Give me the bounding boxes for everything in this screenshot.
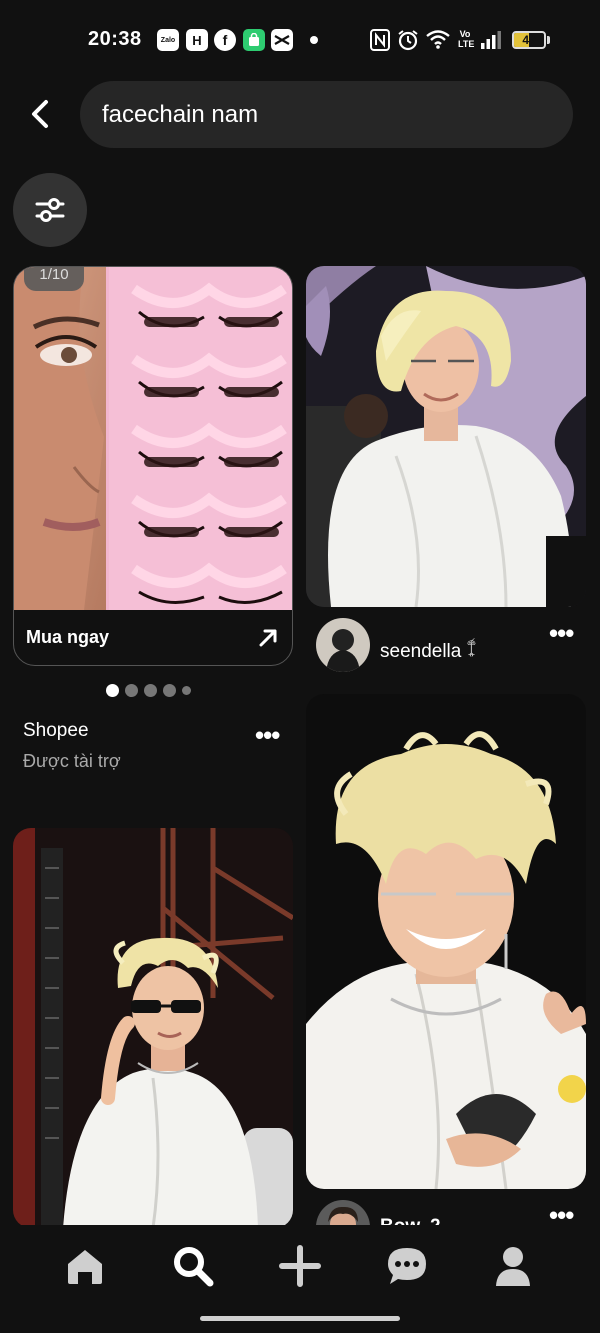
h-app-icon: H (186, 29, 208, 51)
filter-button[interactable] (13, 173, 87, 247)
pin-more-options-button[interactable]: ••• (549, 1202, 574, 1228)
facebook-icon: f (214, 29, 236, 51)
battery-icon: 49 (512, 31, 546, 49)
filter-sliders-icon (35, 198, 65, 222)
carousel-dot[interactable] (125, 683, 138, 697)
home-indicator (200, 1316, 400, 1321)
ad-pin[interactable]: 1/10 Mua ngay (13, 266, 293, 666)
shop-now-button[interactable]: Mua ngay (14, 610, 291, 665)
carousel-page-counter: 1/10 (24, 267, 84, 291)
carousel-dot[interactable] (182, 685, 191, 695)
ad-more-options-button[interactable]: ••• (255, 722, 280, 748)
back-arrow-icon (32, 100, 48, 128)
carousel-dot[interactable] (144, 683, 157, 697)
profile-icon (496, 1247, 530, 1286)
creator-name[interactable]: seendella 𓍎 (380, 633, 476, 664)
pin-image[interactable] (13, 828, 293, 1228)
sponsored-label: Được tài trợ (23, 751, 121, 771)
shop-now-label: Mua ngay (26, 627, 110, 647)
carousel-dot[interactable] (163, 683, 176, 697)
status-bar: 20:38 Zalo H f Vo LTE 49 (0, 0, 600, 80)
carousel-dots (106, 683, 191, 697)
nav-profile[interactable] (483, 1240, 543, 1292)
capcut-icon (271, 29, 293, 51)
nav-messages[interactable] (377, 1240, 437, 1292)
wifi-icon (426, 29, 450, 52)
advertiser-name[interactable]: Shopee (23, 720, 89, 742)
search-query: facechain nam (102, 100, 259, 128)
carousel-dot[interactable] (106, 683, 119, 697)
battery-tip (547, 36, 550, 44)
nav-home[interactable] (55, 1240, 115, 1292)
home-icon (68, 1250, 102, 1284)
chat-bubble-icon (388, 1248, 426, 1284)
eyelash-product-image[interactable] (14, 267, 292, 610)
nfc-icon (370, 29, 390, 54)
nav-search[interactable] (163, 1240, 223, 1292)
signal-icon (480, 31, 502, 52)
battery-level: 49 (522, 33, 536, 47)
more-notifications-dot (310, 36, 318, 44)
clock: 20:38 (88, 28, 142, 50)
avatar[interactable] (316, 618, 370, 672)
zalo-icon: Zalo (157, 29, 179, 51)
pin-more-options-button[interactable]: ••• (549, 620, 574, 646)
volte-label: Vo LTE (458, 29, 475, 49)
plus-icon (279, 1245, 321, 1287)
shopping-bag-icon (243, 29, 265, 51)
pin-image[interactable] (306, 266, 586, 607)
alarm-icon (397, 29, 419, 54)
nav-create[interactable] (270, 1240, 330, 1292)
search-icon (174, 1247, 214, 1287)
external-link-arrow-icon (259, 629, 277, 646)
search-input[interactable]: facechain nam (80, 81, 573, 148)
pin-image[interactable] (306, 694, 586, 1189)
back-button[interactable] (22, 96, 58, 132)
